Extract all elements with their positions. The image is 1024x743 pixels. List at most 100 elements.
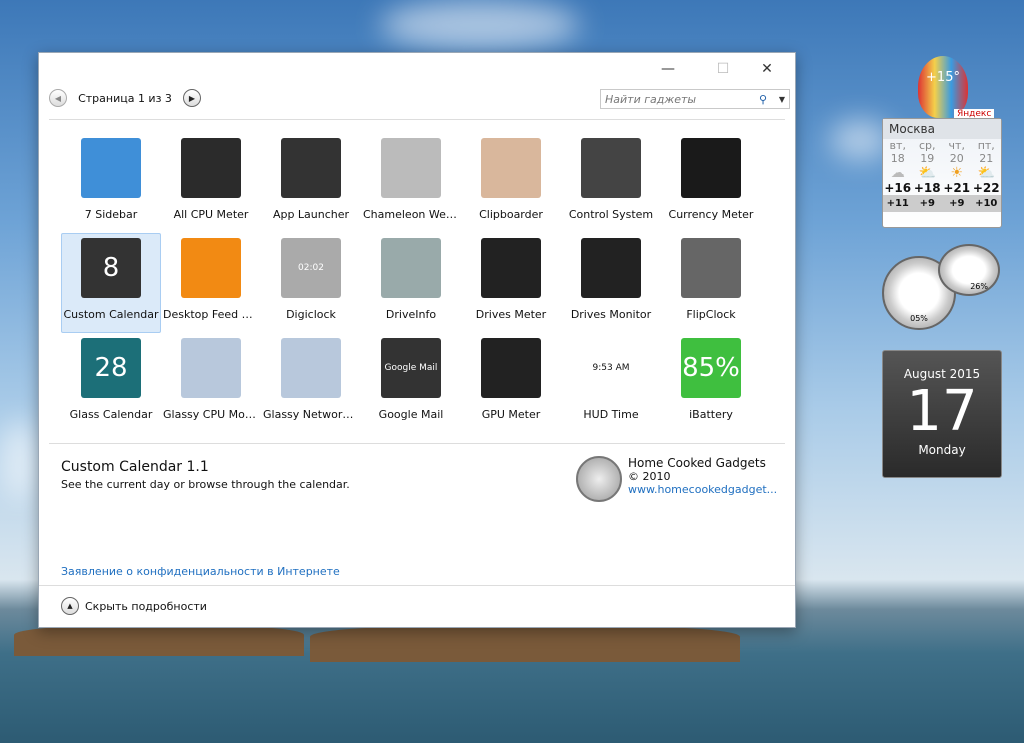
calendar-day: 17 <box>906 379 978 444</box>
gadget-item[interactable]: App Launcher <box>261 133 361 233</box>
gadget-item[interactable]: 9:53 AM HUD Time <box>561 333 661 433</box>
gadget-item[interactable]: FlipClock <box>661 233 761 333</box>
search-icon[interactable]: ⚲ <box>759 93 767 106</box>
gadget-item[interactable]: Drives Meter <box>461 233 561 333</box>
gadget-item[interactable]: 02:02 Digiclock <box>261 233 361 333</box>
gadget-label: Drives Meter <box>475 308 547 321</box>
forecast-date: 18 <box>890 152 905 165</box>
gadget-label: FlipClock <box>686 308 736 321</box>
gadget-icon: 8 <box>81 238 141 298</box>
author-link[interactable]: www.homecookedgadget... <box>628 483 777 496</box>
gadget-item[interactable]: Control System <box>561 133 661 233</box>
author-info: Home Cooked Gadgets © 2010 www.homecooke… <box>576 456 777 502</box>
search-dropdown-icon[interactable]: ▼ <box>779 95 785 104</box>
forecast-day: ср, <box>918 139 936 152</box>
gadget-label: All CPU Meter <box>173 208 249 221</box>
gadget-label: Glassy CPU Monitor <box>163 408 259 421</box>
search-placeholder: Найти гаджеты <box>605 92 697 106</box>
gadget-item[interactable]: Google Mail Google Mail <box>361 333 461 433</box>
gadget-item[interactable]: Glassy CPU Monitor <box>161 333 261 433</box>
gadget-item[interactable]: Glassy Network Monitor <box>261 333 361 433</box>
gadget-label: Custom Calendar <box>63 308 159 321</box>
sun-cloud-icon: ⛅ <box>918 165 936 181</box>
close-button[interactable]: ✕ <box>747 59 787 79</box>
gadget-label: Clipboarder <box>479 208 543 221</box>
forecast-hi: +21 <box>943 181 971 195</box>
gadget-icon <box>181 138 241 198</box>
gadget-label: iBattery <box>689 408 733 421</box>
ram-meter-gauge[interactable]: 26% <box>938 244 1000 296</box>
gadget-label: 7 Sidebar <box>84 208 138 221</box>
forecast-day: вт, <box>889 139 906 152</box>
gadget-icon <box>281 338 341 398</box>
hide-details-label: Скрыть подробности <box>85 599 207 613</box>
forecast-lo: +9 <box>942 195 972 212</box>
gadget-icon: 85% <box>681 338 741 398</box>
gadget-item[interactable]: All CPU Meter <box>161 133 261 233</box>
gadget-icon <box>581 138 641 198</box>
copyright: © 2010 <box>628 470 671 483</box>
cpu-value: 05% <box>910 314 928 323</box>
maximize-button[interactable]: ☐ <box>703 59 743 79</box>
forecast-hi: +16 <box>884 181 912 195</box>
forecast-lo: +11 <box>883 195 913 212</box>
forecast-day: пт, <box>977 139 995 152</box>
hide-details-button[interactable]: ▲ Скрыть подробности <box>61 597 207 615</box>
gadget-item[interactable]: Currency Meter <box>661 133 761 233</box>
minimize-button[interactable]: — <box>648 59 688 79</box>
gadget-item[interactable]: Drives Monitor <box>561 233 661 333</box>
page-navigation: ◀ Страница 1 из 3 ▶ <box>49 89 201 107</box>
gadget-icon: 28 <box>81 338 141 398</box>
gadget-label: Currency Meter <box>668 208 754 221</box>
gadget-item[interactable]: 85% iBattery <box>661 333 761 433</box>
gadget-label: App Launcher <box>272 208 350 221</box>
gadget-icon <box>181 238 241 298</box>
sun-cloud-icon: ⛅ <box>977 165 995 181</box>
gadget-icon <box>81 138 141 198</box>
gadget-item[interactable]: 8 Custom Calendar <box>61 233 161 333</box>
gadget-icon: 02:02 <box>281 238 341 298</box>
gadget-item[interactable]: 7 Sidebar <box>61 133 161 233</box>
weather-city: Москва <box>883 119 1001 139</box>
next-page-button[interactable]: ▶ <box>183 89 201 107</box>
gadget-gallery-window: — ☐ ✕ ◀ Страница 1 из 3 ▶ Найти гаджеты … <box>38 52 796 628</box>
gadget-label: DriveInfo <box>385 308 437 321</box>
calendar-gadget[interactable]: August 2015 17 Monday <box>882 350 1002 478</box>
rock <box>310 626 740 662</box>
gadget-item[interactable]: Desktop Feed Reader <box>161 233 261 333</box>
gadget-label: HUD Time <box>583 408 639 421</box>
author-name: Home Cooked Gadgets <box>628 456 766 470</box>
chevron-up-icon: ▲ <box>61 597 79 615</box>
gadget-label: Desktop Feed Reader <box>163 308 259 321</box>
gadget-item[interactable]: GPU Meter <box>461 333 561 433</box>
gadget-icon <box>481 238 541 298</box>
gadget-label: Google Mail <box>378 408 444 421</box>
gadget-details: Custom Calendar 1.1 See the current day … <box>61 459 350 491</box>
search-input[interactable]: Найти гаджеты ⚲ ▼ <box>600 89 790 109</box>
gadget-item[interactable]: Clipboarder <box>461 133 561 233</box>
forecast-hi: +18 <box>913 181 941 195</box>
gadget-icon <box>481 338 541 398</box>
gadget-title: Custom Calendar 1.1 <box>61 459 209 475</box>
cloud-icon: ☁ <box>890 165 905 181</box>
gadget-description: See the current day or browse through th… <box>61 478 350 491</box>
gadget-icon <box>581 238 641 298</box>
gadget-label: Control System <box>568 208 654 221</box>
gadget-icon <box>381 138 441 198</box>
gadget-label: GPU Meter <box>481 408 541 421</box>
author-logo-icon <box>576 456 622 502</box>
forecast-lo: +10 <box>971 195 1001 212</box>
gadget-item[interactable]: DriveInfo <box>361 233 461 333</box>
gadget-item[interactable]: 28 Glass Calendar <box>61 333 161 433</box>
gadget-icon <box>381 238 441 298</box>
prev-page-button[interactable]: ◀ <box>49 89 67 107</box>
divider <box>49 443 785 444</box>
forecast: вт, ср, чт, пт, 18 19 20 21 ☁ ⛅ ☀ ⛅ +16 +18 +21 +22 +11 +… <box>883 139 1001 212</box>
privacy-link[interactable]: Заявление о конфиденциальности в Интерне… <box>61 565 340 578</box>
forecast-date: 21 <box>979 152 994 165</box>
weather-gadget[interactable]: Москва вт, ср, чт, пт, 18 19 20 21 ☁ ⛅ ☀ ⛅ +16 +18 +21… <box>882 118 1002 228</box>
gadget-icon <box>681 238 741 298</box>
gadget-label: Glass Calendar <box>69 408 153 421</box>
gadget-item[interactable]: Chameleon Weather <box>361 133 461 233</box>
gadget-label: Digiclock <box>286 308 336 321</box>
